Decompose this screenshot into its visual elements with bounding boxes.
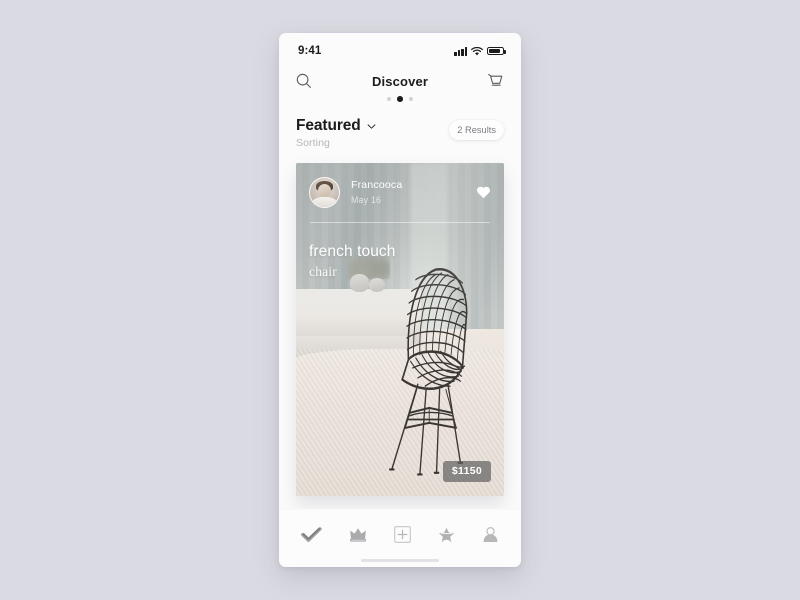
card-header: Francooca May 16 french touch chair bbox=[296, 163, 504, 280]
tab-crown[interactable] bbox=[349, 527, 367, 542]
tab-check[interactable] bbox=[300, 526, 322, 543]
plus-square-icon bbox=[394, 526, 411, 543]
poster-row: Francooca May 16 bbox=[309, 176, 491, 208]
page-title: Discover bbox=[371, 73, 429, 89]
crown-icon bbox=[349, 528, 366, 542]
sorting-row: Featured Sorting 2 Results bbox=[279, 102, 521, 149]
status-time: 9:41 bbox=[298, 45, 322, 57]
tab-add[interactable] bbox=[394, 526, 411, 543]
wifi-icon bbox=[471, 46, 483, 55]
price-badge: $1150 bbox=[442, 460, 491, 482]
status-indicators bbox=[454, 46, 506, 56]
star-icon bbox=[439, 527, 455, 542]
person-icon bbox=[483, 526, 498, 542]
sorting-dropdown[interactable]: Featured bbox=[296, 118, 376, 134]
avatar-body bbox=[312, 196, 337, 207]
sorting-group: Featured Sorting bbox=[296, 118, 376, 149]
poster-name: Francooca bbox=[351, 179, 403, 192]
tab-profile[interactable] bbox=[482, 526, 499, 543]
sorting-value: Featured bbox=[296, 116, 361, 134]
signal-bars-icon bbox=[454, 46, 467, 56]
nav-bar: Discover bbox=[279, 63, 521, 99]
check-icon bbox=[300, 526, 322, 542]
phone-mockup: 9:41 Discover Featured Sorting 2 Results… bbox=[279, 33, 521, 567]
heart-icon[interactable] bbox=[476, 185, 491, 199]
canvas: 9:41 Discover Featured Sorting 2 Results… bbox=[0, 0, 800, 600]
card-divider bbox=[310, 221, 490, 223]
battery-icon bbox=[487, 46, 506, 56]
product-subtitle: chair bbox=[309, 263, 337, 279]
sorting-label: Sorting bbox=[296, 137, 330, 150]
poster-date: May 16 bbox=[351, 194, 382, 205]
search-icon[interactable] bbox=[296, 73, 312, 89]
product-title: french touch bbox=[309, 242, 396, 260]
chevron-down-icon bbox=[367, 124, 376, 129]
product-card[interactable]: Francooca May 16 french touch chair $115… bbox=[296, 162, 504, 496]
avatar-face bbox=[317, 183, 331, 197]
home-indicator bbox=[361, 558, 439, 562]
results-badge: 2 Results bbox=[449, 119, 504, 140]
avatar[interactable] bbox=[309, 176, 340, 208]
tab-star[interactable] bbox=[438, 527, 455, 543]
status-bar: 9:41 bbox=[279, 33, 521, 63]
card-title-group: french touch chair bbox=[309, 243, 491, 280]
shopping-cart-icon[interactable] bbox=[487, 73, 504, 89]
poster-meta: Francooca May 16 bbox=[351, 180, 402, 204]
